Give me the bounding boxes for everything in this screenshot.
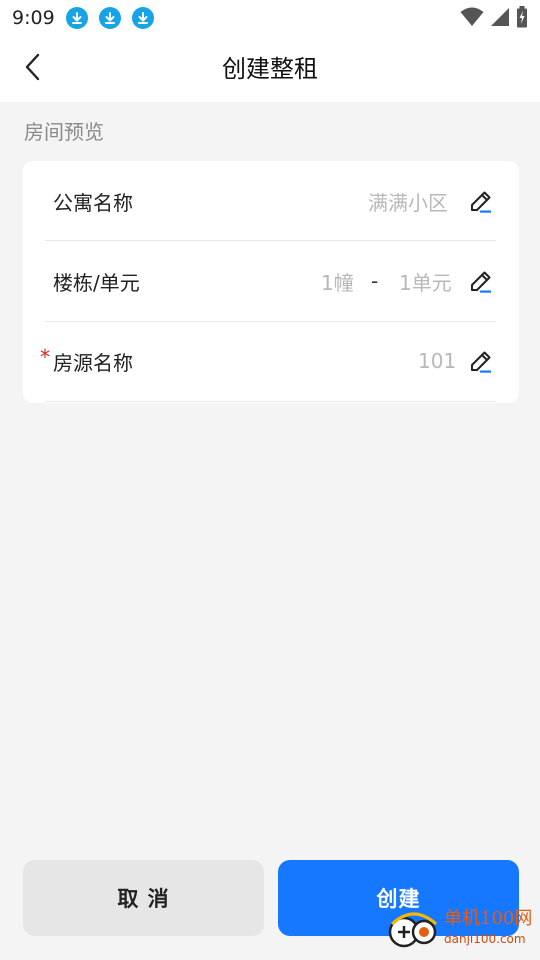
row-label: 公寓名称 — [53, 190, 133, 215]
apartment-name-value: 满满小区 — [368, 190, 448, 215]
status-time: 9:09 — [12, 7, 55, 29]
signal-icon — [490, 7, 510, 31]
room-name-row[interactable]: * 房源名称 101 — [23, 321, 519, 401]
room-preview-card: 公寓名称 满满小区 楼栋/单元 1幢 - 1单元 * 房源名称 101 — [23, 161, 519, 403]
apartment-name-row[interactable]: 公寓名称 满满小区 — [23, 161, 519, 241]
watermark: 单机100网 danji100.com — [388, 904, 536, 954]
download-icon — [65, 7, 88, 29]
section-title: 房间预览 — [24, 120, 104, 144]
room-name-value: 101 — [418, 349, 457, 373]
page-title: 创建整租 — [222, 55, 318, 83]
cancel-button[interactable]: 取 消 — [23, 860, 264, 936]
building-unit-separator: - — [371, 269, 379, 293]
chevron-left-icon — [23, 53, 43, 85]
required-mark: * — [40, 345, 50, 369]
back-button[interactable] — [14, 50, 52, 88]
battery-charging-icon — [516, 6, 528, 32]
building-unit-row[interactable]: 楼栋/单元 1幢 - 1单元 — [23, 241, 519, 321]
download-icon — [131, 7, 154, 29]
row-label: 房源名称 — [53, 350, 133, 375]
watermark-name: 单机100网 — [444, 908, 533, 929]
download-icon — [98, 7, 121, 29]
watermark-logo — [388, 910, 440, 950]
divider — [45, 401, 496, 402]
wifi-icon — [460, 7, 484, 31]
watermark-url: danji100.com — [444, 932, 526, 946]
app-header: 创建整租 — [0, 36, 540, 102]
row-label: 楼栋/单元 — [53, 270, 140, 295]
building-value: 1幢 — [321, 270, 354, 295]
status-bar: 9:09 — [0, 0, 540, 36]
status-right-icons — [460, 6, 528, 32]
unit-value: 1单元 — [399, 270, 452, 295]
edit-pen-icon[interactable] — [469, 349, 493, 373]
edit-pen-icon[interactable] — [469, 269, 493, 293]
edit-pen-icon[interactable] — [469, 189, 493, 213]
